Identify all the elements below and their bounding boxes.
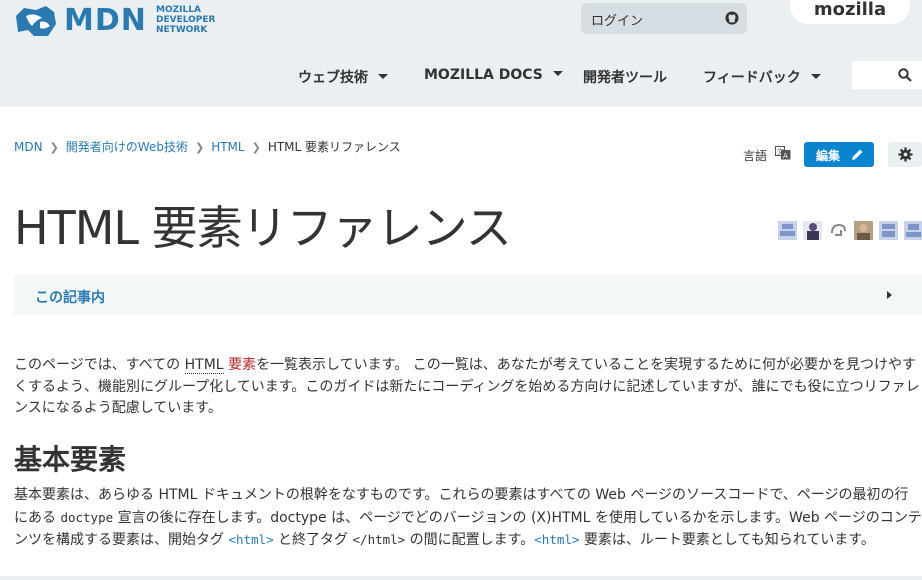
- chevron-down-icon: [552, 71, 563, 76]
- contributor-avatar[interactable]: [879, 221, 898, 240]
- chevron-right-icon: ❯: [251, 141, 261, 154]
- chevron-right-icon: ❯: [49, 141, 59, 154]
- edit-label: 編集: [816, 149, 841, 163]
- nav-label: フィードバック: [703, 70, 801, 86]
- gear-icon: [898, 147, 913, 162]
- edit-button[interactable]: 編集: [804, 142, 874, 167]
- svg-text:A: A: [783, 152, 788, 160]
- breadcrumb-link-web-tech[interactable]: 開発者向けのWeb技術: [66, 140, 188, 154]
- nav-label: ウェブ技術: [298, 70, 368, 86]
- intro-paragraph: このページでは、すべての HTML 要素を一覧表示しています。 この一覧は、あな…: [14, 355, 922, 420]
- nav-feedback[interactable]: フィードバック: [703, 67, 821, 87]
- breadcrumb-link-mdn[interactable]: MDN: [14, 140, 43, 154]
- code-html-link[interactable]: <html>: [228, 532, 273, 547]
- login-button[interactable]: ログイン: [581, 3, 747, 34]
- section-text: と終了タグ: [273, 532, 353, 548]
- contributor-avatar[interactable]: [854, 221, 873, 240]
- contributor-avatar[interactable]: [778, 221, 797, 240]
- settings-button[interactable]: [888, 142, 922, 167]
- breadcrumb-link-html[interactable]: HTML: [211, 140, 244, 154]
- code-doctype: doctype: [60, 509, 114, 525]
- breadcrumb-current: HTML 要素リファレンス: [267, 140, 401, 154]
- divider: [0, 576, 922, 580]
- search-input[interactable]: [852, 61, 922, 89]
- section-text: の間に配置します。: [405, 532, 535, 548]
- section-paragraph: 基本要素は、あらゆる HTML ドキュメントの根幹をなすものです。これらの要素は…: [14, 485, 922, 552]
- nav-web-technologies[interactable]: ウェブ技術: [298, 67, 388, 87]
- nav-label: 開発者ツール: [583, 70, 667, 86]
- page-title: HTML 要素リファレンス: [14, 201, 512, 255]
- element-link[interactable]: 要素: [228, 357, 256, 373]
- search-icon: [898, 68, 912, 82]
- logo-wordmark: MDN: [64, 3, 147, 38]
- logo-sub-line: MOZILLA: [156, 5, 201, 15]
- nav-label: MOZILLA DOCS: [424, 67, 543, 83]
- html-abbreviation: HTML: [184, 357, 224, 374]
- contributor-avatar[interactable]: [829, 221, 848, 240]
- github-icon: [725, 11, 739, 25]
- translate-icon[interactable]: 文 A: [775, 146, 791, 160]
- table-of-contents-toggle[interactable]: この記事内: [14, 275, 922, 315]
- code-html-close: </html>: [352, 532, 406, 547]
- logo-sub-line: NETWORK: [156, 25, 208, 35]
- logo-sub-line: DEVELOPER: [156, 15, 216, 25]
- logo-subtitle: MOZILLA DEVELOPER NETWORK: [156, 5, 246, 35]
- nav-developer-tools[interactable]: 開発者ツール: [583, 67, 667, 87]
- chevron-down-icon: [378, 74, 388, 79]
- section-heading: 基本要素: [14, 443, 127, 476]
- code-html-link[interactable]: <html>: [534, 532, 579, 547]
- toc-label: この記事内: [35, 290, 105, 306]
- intro-text: このページでは、すべての: [14, 357, 185, 373]
- contributor-avatar[interactable]: [904, 221, 922, 240]
- section-text: 要素は、ルート要素としても知られています。: [579, 532, 875, 548]
- mdn-dino-icon: [16, 6, 56, 36]
- pencil-icon: [852, 149, 863, 160]
- site-header: MDN MOZILLA DEVELOPER NETWORK ログイン mozil…: [0, 0, 922, 107]
- chevron-right-icon: ❯: [194, 141, 205, 154]
- chevron-right-icon: [887, 291, 892, 299]
- nav-mozilla-docs[interactable]: MOZILLA DOCS: [424, 67, 563, 83]
- chevron-down-icon: [810, 74, 821, 79]
- mozilla-tab[interactable]: mozilla: [790, 0, 910, 24]
- contributor-avatar[interactable]: [803, 221, 822, 240]
- language-label[interactable]: 言語: [743, 147, 767, 164]
- breadcrumb: MDN ❯ 開発者向けのWeb技術 ❯ HTML ❯ HTML 要素リファレンス: [14, 138, 401, 155]
- login-label: ログイン: [591, 14, 644, 29]
